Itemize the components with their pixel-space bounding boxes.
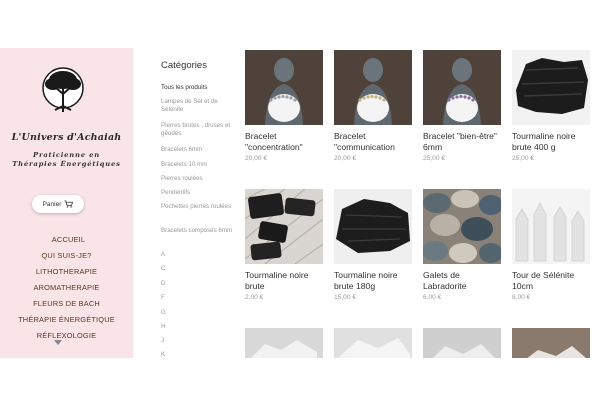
product-card[interactable]: Tour de Sélénite 10cm 8,00 € (512, 189, 590, 301)
product-image[interactable] (512, 189, 590, 264)
category-letter-g[interactable]: G (161, 309, 239, 317)
category-pierres-brutes[interactable]: Pierres brutes , druses et géodes (161, 122, 239, 138)
product-card[interactable]: Bracelet "bien-être" 6mm 25,00 € (423, 50, 501, 162)
product-name[interactable]: Tour de Sélénite 10cm (512, 270, 590, 292)
product-image[interactable] (423, 328, 501, 358)
category-bracelets-composes[interactable]: Bracelets composés 6mm (161, 227, 239, 235)
product-image[interactable] (245, 189, 323, 264)
product-price: 20,00 € (245, 155, 267, 163)
main-nav: ACCUEIL QUI SUIS-JE? LITHOTHERAPIE AROMA… (0, 232, 133, 344)
product-name[interactable]: Bracelet "bien-être" 6mm (423, 131, 501, 153)
product-image[interactable] (334, 50, 412, 125)
nav-item-qui-suis-je[interactable]: QUI SUIS-JE? (0, 248, 133, 264)
shop-page: L'Univers d'Achaiah Praticienne en Théra… (0, 48, 600, 358)
product-card[interactable]: Bracelet "communication 20,00 € (334, 50, 412, 162)
product-card-partial[interactable] (334, 328, 412, 358)
product-card[interactable]: Tourmaline noire brute 2,00 € (245, 189, 323, 301)
product-card[interactable]: Bracelet "concentration" 20,00 € (245, 50, 323, 162)
category-letter-c[interactable]: C (161, 265, 239, 273)
nav-item-accueil[interactable]: ACCUEIL (0, 232, 133, 248)
sidebar: L'Univers d'Achaiah Praticienne en Théra… (0, 48, 133, 358)
product-image[interactable] (512, 50, 590, 125)
nav-item-reflexologie[interactable]: RÉFLEXOLOGIE (0, 328, 133, 344)
product-image[interactable] (423, 50, 501, 125)
product-image[interactable] (423, 189, 501, 264)
product-name[interactable]: Tourmaline noire brute 400 g (512, 131, 590, 153)
product-name[interactable]: Tourmaline noire brute (245, 270, 323, 292)
product-price: 25,00 € (512, 155, 534, 163)
nav-item-aromatherapie[interactable]: AROMATHERAPIE (0, 280, 133, 296)
cart-label: Panier (42, 200, 62, 208)
product-image[interactable] (245, 328, 323, 358)
nav-item-fleurs-de-bach[interactable]: FLEURS DE BACH (0, 296, 133, 312)
chevron-down-icon[interactable] (54, 340, 62, 346)
product-card[interactable]: Tourmaline noire brute 180g 15,00 € (334, 189, 412, 301)
category-letter-j[interactable]: J (161, 337, 239, 345)
category-letter-a[interactable]: A (161, 251, 239, 259)
category-all-products[interactable]: Tous les produits (161, 84, 239, 92)
brand-subtitle: Praticienne en Thérapies Énergétiques (0, 151, 133, 169)
product-image[interactable] (334, 328, 412, 358)
product-card-partial[interactable] (245, 328, 323, 358)
brand-subtitle-line1: Praticienne en (33, 151, 100, 159)
nav-item-lithotherapie[interactable]: LITHOTHERAPIE (0, 264, 133, 280)
category-letter-k[interactable]: K (161, 351, 239, 358)
product-price: 15,00 € (334, 294, 356, 302)
category-letter-h[interactable]: H (161, 323, 239, 331)
nav-item-therapie-energetique[interactable]: THÉRAPIE ÉNERGÉTIQUE (0, 312, 133, 328)
product-card[interactable]: Galets de Labradorite 6,00 € (423, 189, 501, 301)
category-letter-f[interactable]: F (161, 294, 239, 302)
cart-button[interactable]: Panier (32, 195, 84, 213)
product-card-partial[interactable] (423, 328, 501, 358)
product-image[interactable] (245, 50, 323, 125)
category-letter-d[interactable]: D (161, 280, 239, 288)
cart-icon (64, 200, 74, 208)
category-lampes-sel[interactable]: Lampes de Sel et de Sélénite (161, 98, 239, 114)
category-bracelets-10mm[interactable]: Bracelets 10 mm (161, 161, 239, 169)
product-card-partial[interactable] (512, 328, 590, 358)
product-image[interactable] (334, 189, 412, 264)
product-price: 20,00 € (334, 155, 356, 163)
product-name[interactable]: Galets de Labradorite (423, 270, 501, 292)
category-pierres-roulees[interactable]: Pierres roulées (161, 175, 239, 183)
product-image[interactable] (512, 328, 590, 358)
product-price: 8,00 € (512, 294, 531, 302)
product-price: 6,00 € (423, 294, 442, 302)
categories-heading: Catégories (161, 60, 207, 71)
brand-title: L'Univers d'Achaiah (11, 132, 122, 143)
product-name[interactable]: Bracelet "communication (334, 131, 412, 153)
category-pochettes[interactable]: Pochettes pierres roulées (161, 203, 239, 211)
category-pendentifs[interactable]: Pendentifs (161, 189, 239, 197)
product-card[interactable]: Tourmaline noire brute 400 g 25,00 € (512, 50, 590, 162)
product-name[interactable]: Bracelet "concentration" (245, 131, 323, 153)
tree-of-life-logo[interactable] (32, 66, 94, 118)
brand-subtitle-line2: Thérapies Énergétiques (12, 160, 121, 168)
product-name[interactable]: Tourmaline noire brute 180g (334, 270, 412, 292)
product-price: 2,00 € (245, 294, 264, 302)
category-bracelets-6mm[interactable]: Bracelets 6mm (161, 146, 239, 154)
product-price: 25,00 € (423, 155, 445, 163)
